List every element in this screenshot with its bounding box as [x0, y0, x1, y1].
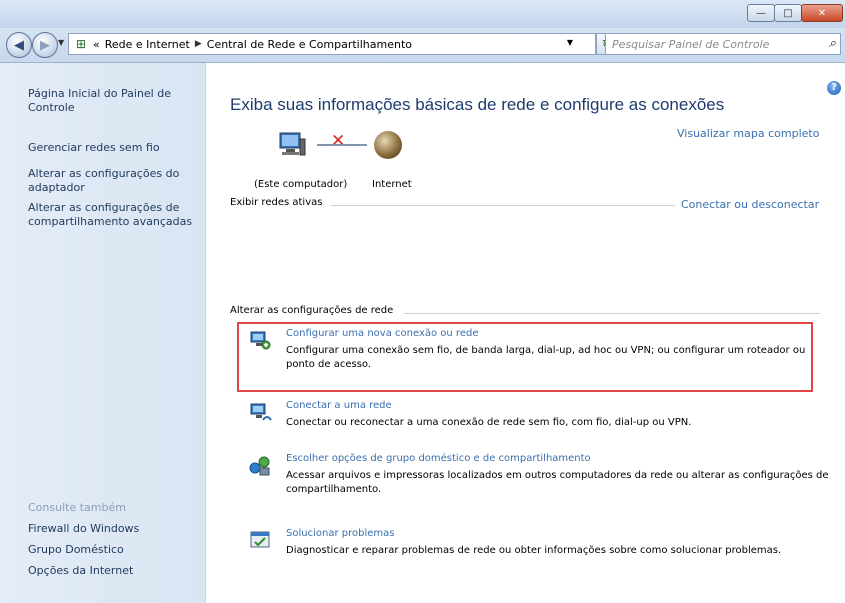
- see-also-heading: Consulte também: [28, 501, 126, 514]
- divider: [331, 205, 675, 206]
- address-dropdown-icon[interactable]: ▼: [567, 38, 573, 47]
- sidebar-link-sharing[interactable]: Alterar as configurações de compartilham…: [28, 201, 203, 229]
- task-new-connection-description: Configurar uma conexão sem fio, de banda…: [286, 345, 806, 370]
- task-connect-network-description: Conectar ou reconectar a uma conexão de …: [286, 417, 692, 428]
- arrow-right-icon: ▶: [40, 37, 50, 53]
- sidebar-link-home[interactable]: Página Inicial do Painel de Controle: [28, 87, 203, 115]
- breadcrumb-rede-internet[interactable]: Rede e Internet: [105, 38, 190, 51]
- content-area: Página Inicial do Painel de Controle Ger…: [0, 62, 845, 603]
- breadcrumb-separator-icon[interactable]: ▶: [195, 39, 202, 49]
- maximize-button[interactable]: □: [774, 4, 802, 22]
- sidebar-link-homegroup[interactable]: Grupo Doméstico: [28, 543, 203, 557]
- divider: [404, 313, 820, 314]
- change-settings-header: Alterar as configurações de rede: [230, 305, 394, 316]
- task-troubleshoot-link[interactable]: Solucionar problemas: [286, 528, 394, 539]
- internet-globe-icon: [374, 131, 402, 159]
- troubleshoot-icon: [248, 528, 272, 552]
- sidebar-link-firewall[interactable]: Firewall do Windows: [28, 522, 203, 536]
- address-overflow[interactable]: «: [93, 38, 100, 51]
- title-bar: — □ ✕: [0, 0, 845, 28]
- internet-label[interactable]: Internet: [372, 179, 412, 190]
- breadcrumb-central-rede[interactable]: Central de Rede e Compartilhamento: [207, 38, 412, 51]
- search-icon[interactable]: ⌕: [829, 36, 836, 51]
- active-networks-header: Exibir redes ativas: [230, 197, 323, 208]
- computer-label[interactable]: (Este computador): [254, 179, 347, 190]
- sidebar-link-wireless[interactable]: Gerenciar redes sem fio: [28, 141, 203, 155]
- close-button[interactable]: ✕: [801, 4, 843, 22]
- network-setup-icon: [248, 328, 272, 352]
- full-map-link[interactable]: Visualizar mapa completo: [677, 127, 819, 140]
- window-controls: — □ ✕: [747, 4, 843, 22]
- task-connect-network-link[interactable]: Conectar a uma rede: [286, 400, 392, 411]
- navigation-bar: ◀ ▶ ▼ ⊞ « Rede e Internet ▶ Central de R…: [0, 28, 845, 62]
- page-title: Exiba suas informações básicas de rede e…: [230, 95, 725, 114]
- sidebar-link-adapter[interactable]: Alterar as configurações do adaptador: [28, 167, 203, 195]
- sidebar: Página Inicial do Painel de Controle Ger…: [0, 63, 206, 603]
- search-placeholder: Pesquisar Painel de Controle: [612, 37, 770, 51]
- task-homegroup-link[interactable]: Escolher opções de grupo doméstico e de …: [286, 453, 591, 464]
- search-input[interactable]: Pesquisar Painel de Controle ⌕: [605, 33, 841, 55]
- task-homegroup-description: Acessar arquivos e impressoras localizad…: [286, 470, 829, 495]
- minimize-button[interactable]: —: [747, 4, 775, 22]
- control-panel-icon: ⊞: [75, 37, 87, 51]
- address-bar[interactable]: ⊞ « Rede e Internet ▶ Central de Rede e …: [68, 33, 596, 55]
- task-new-connection-link[interactable]: Configurar uma nova conexão ou rede: [286, 328, 478, 339]
- back-button[interactable]: ◀: [6, 32, 32, 58]
- forward-button[interactable]: ▶: [32, 32, 58, 58]
- sidebar-link-internet-options[interactable]: Opções da Internet: [28, 564, 203, 578]
- help-icon[interactable]: ?: [827, 81, 841, 95]
- connect-disconnect-link[interactable]: Conectar ou desconectar: [681, 198, 819, 211]
- connect-network-icon: [248, 400, 272, 424]
- disconnected-x-icon: ✕: [331, 131, 346, 151]
- arrow-left-icon: ◀: [14, 37, 24, 53]
- recent-pages-dropdown[interactable]: ▼: [58, 38, 64, 47]
- computer-icon: [278, 131, 306, 157]
- homegroup-icon: [248, 453, 272, 477]
- task-troubleshoot-description: Diagnosticar e reparar problemas de rede…: [286, 545, 782, 556]
